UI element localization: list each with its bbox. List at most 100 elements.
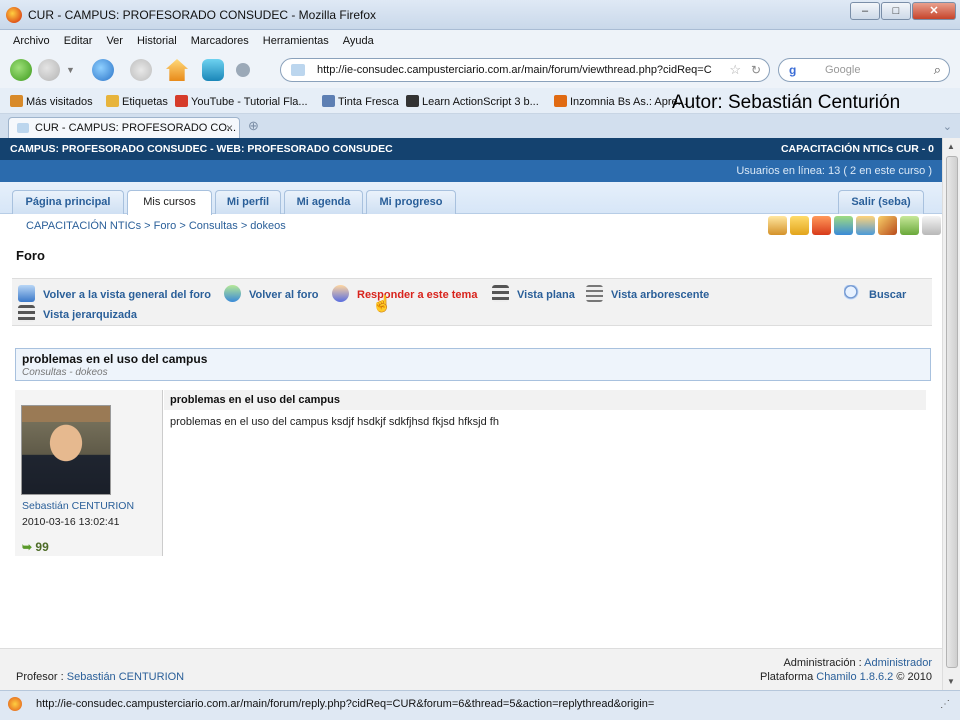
browser-tab-label: CUR - CAMPUS: PROFESORADO CO...	[35, 122, 237, 134]
quote-icon[interactable]: 99	[35, 540, 48, 554]
campus-header: CAMPUS: PROFESORADO CONSUDEC - WEB: PROF…	[0, 138, 942, 160]
bookmark-item[interactable]: Inzomnia Bs As.: Apre...	[554, 95, 687, 108]
tab-mi-progreso[interactable]: Mi progreso	[366, 190, 456, 214]
scroll-down-icon[interactable]: ▼	[947, 677, 955, 686]
resize-grip-icon[interactable]: ⋰	[940, 699, 950, 710]
vertical-scrollbar[interactable]: ▲ ▼	[942, 138, 960, 690]
search-link[interactable]: Buscar	[844, 285, 906, 302]
breadcrumb-forum[interactable]: Foro	[154, 220, 177, 232]
thread-title: problemas en el uso del campus	[22, 352, 208, 366]
flat-view-icon	[492, 285, 509, 302]
go-icon[interactable]: ↻	[751, 63, 761, 77]
course-home-icon[interactable]	[768, 216, 787, 235]
bookmark-star-icon[interactable]: ☆	[729, 62, 741, 78]
back-arrow-icon	[18, 285, 35, 302]
bookmark-icon	[10, 95, 23, 107]
address-bar[interactable]: http://ie-consudec.campusterciario.com.a…	[280, 58, 770, 82]
post-title: problemas en el uso del campus	[170, 394, 340, 406]
tab-mi-agenda[interactable]: Mi agenda	[284, 190, 363, 214]
users-icon[interactable]	[834, 216, 853, 235]
close-window-button[interactable]: ✕	[912, 2, 956, 20]
back-to-overview-link[interactable]: Volver a la vista general del foro	[18, 285, 211, 302]
reload-icon[interactable]	[92, 59, 114, 81]
menu-historial[interactable]: Historial	[130, 35, 184, 47]
post-date: 2010-03-16 13:02:41	[22, 516, 120, 528]
forward-arrow-icon[interactable]	[38, 59, 60, 81]
bookmarks-icon[interactable]	[202, 59, 224, 81]
bookmark-item[interactable]: Tinta Fresca	[322, 95, 399, 108]
tools-icon[interactable]	[236, 63, 250, 77]
groups-icon[interactable]	[856, 216, 875, 235]
youtube-icon	[175, 95, 188, 107]
platform-info: Plataforma Chamilo 1.8.6.2 © 2010	[760, 671, 932, 683]
menu-archivo[interactable]: Archivo	[6, 35, 57, 47]
browser-tab[interactable]: CUR - CAMPUS: PROFESORADO CO... ×	[8, 117, 240, 138]
tab-mis-cursos[interactable]: Mis cursos	[127, 190, 212, 215]
status-url: http://ie-consudec.campusterciario.com.a…	[36, 698, 655, 710]
bookmark-item[interactable]: Etiquetas	[106, 95, 168, 108]
tag-icon[interactable]	[900, 216, 919, 235]
bookmark-item[interactable]: Learn ActionScript 3 b...	[406, 95, 539, 108]
post-actions: ➥ 99	[22, 540, 49, 554]
reply-thread-link[interactable]: Responder a este tema	[332, 285, 477, 302]
menu-ver[interactable]: Ver	[99, 35, 130, 47]
menu-ayuda[interactable]: Ayuda	[336, 35, 381, 47]
url-text[interactable]: http://ie-consudec.campusterciario.com.a…	[317, 64, 727, 76]
reply-icon	[332, 285, 349, 302]
thread-subtitle: Consultas - dokeos	[22, 367, 108, 378]
back-to-forum-link[interactable]: Volver al foro	[224, 285, 318, 302]
stop-icon[interactable]	[130, 59, 152, 81]
bookmark-item[interactable]: Más visitados	[10, 95, 93, 108]
home-icon[interactable]	[166, 59, 188, 81]
gradebook-icon[interactable]	[812, 216, 831, 235]
forum-icon	[224, 285, 241, 302]
reply-arrow-icon[interactable]: ➥	[22, 540, 32, 554]
breadcrumb: CAPACITACIÓN NTICs > Foro > Consultas > …	[26, 220, 286, 232]
tab-list-icon[interactable]: ⌄	[943, 120, 952, 133]
post-author[interactable]: Sebastián CENTURION	[22, 500, 134, 512]
scrollbar-thumb[interactable]	[946, 156, 958, 668]
users-online[interactable]: Usuarios en línea: 13 ( 2 en este curso …	[736, 165, 932, 177]
menu-herramientas[interactable]: Herramientas	[256, 35, 336, 47]
flat-view-link[interactable]: Vista plana	[492, 285, 575, 302]
history-dropdown-icon[interactable]: ▼	[66, 65, 75, 75]
course-title[interactable]: CAPACITACIÓN NTICs CUR - 0	[781, 143, 934, 155]
nested-view-icon	[18, 305, 35, 322]
breadcrumb-forum-name[interactable]: dokeos	[250, 220, 285, 232]
breadcrumb-course[interactable]: CAPACITACIÓN NTICs	[26, 220, 141, 232]
forum-actions-bar: Volver a la vista general del foro Volve…	[12, 278, 932, 326]
scroll-up-icon[interactable]: ▲	[947, 142, 955, 151]
list-icon[interactable]	[922, 216, 941, 235]
magnifier-icon	[844, 285, 861, 302]
logout-tab[interactable]: Salir (seba)	[838, 190, 924, 214]
menu-marcadores[interactable]: Marcadores	[184, 35, 256, 47]
back-arrow-icon[interactable]	[10, 59, 32, 81]
tree-view-link[interactable]: Vista arborescente	[586, 285, 709, 302]
menu-editar[interactable]: Editar	[57, 35, 100, 47]
teacher-link[interactable]: Sebastián CENTURION	[67, 671, 184, 683]
tab-mi-perfil[interactable]: Mi perfil	[215, 190, 281, 214]
google-icon[interactable]: g	[789, 63, 803, 77]
edit-pencil-icon[interactable]	[878, 216, 897, 235]
folder-icon[interactable]	[790, 216, 809, 235]
bookmark-item[interactable]: YouTube - Tutorial Fla...	[175, 95, 308, 108]
navigation-toolbar: ▼ http://ie-consudec.campusterciario.com…	[0, 52, 960, 88]
search-box[interactable]: g Google ⌕	[778, 58, 950, 82]
tab-pagina-principal[interactable]: Página principal	[12, 190, 124, 214]
status-firefox-icon	[8, 697, 22, 711]
admin-link[interactable]: Administrador	[864, 657, 932, 669]
status-bar: http://ie-consudec.campusterciario.com.a…	[0, 690, 960, 720]
campus-title: CAMPUS: PROFESORADO CONSUDEC - WEB: PROF…	[10, 143, 393, 155]
m-icon	[406, 95, 419, 107]
tree-view-icon	[586, 285, 603, 302]
new-tab-icon[interactable]: ⊕	[248, 118, 259, 134]
search-icon[interactable]: ⌕	[934, 62, 941, 78]
page-icon	[322, 95, 335, 107]
course-tools	[768, 216, 941, 235]
close-tab-icon[interactable]: ×	[226, 121, 233, 135]
maximize-button[interactable]: □	[881, 2, 911, 20]
platform-link[interactable]: Chamilo 1.8.6.2	[816, 671, 893, 683]
breadcrumb-category[interactable]: Consultas	[189, 220, 238, 232]
minimize-button[interactable]: –	[850, 2, 880, 20]
nested-view-link[interactable]: Vista jerarquizada	[18, 305, 137, 322]
